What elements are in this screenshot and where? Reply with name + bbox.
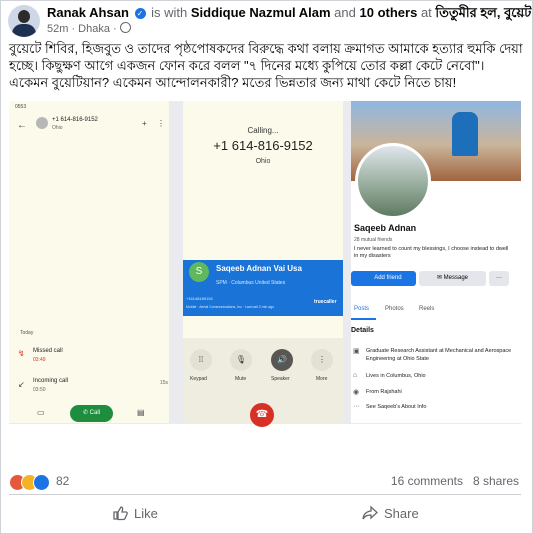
details-title: Details	[351, 327, 374, 334]
divider	[9, 494, 521, 495]
post-meta: 52m · Dhaka ·	[47, 22, 131, 35]
missed-call-icon: ↯	[18, 349, 25, 358]
cover-person	[452, 112, 478, 156]
add-contact-icon: +	[142, 119, 147, 128]
mute-icon[interactable]: 🎙	[230, 349, 252, 371]
calling-status: Calling...	[247, 126, 279, 135]
call-button[interactable]: ✆ Call	[70, 405, 113, 422]
log-location: Ohio	[52, 125, 63, 131]
back-arrow-icon: ←	[17, 120, 27, 131]
profile-photo	[355, 143, 431, 219]
profile-name: Saqeeb Adnan	[354, 223, 417, 233]
message-button[interactable]: ✉ Message	[419, 271, 486, 286]
others-link[interactable]: 10 others	[360, 5, 418, 20]
add-friend-button[interactable]: 👤 Add friend	[351, 271, 416, 286]
detail-from: From Rajshahi	[366, 389, 402, 395]
profile-more-button[interactable]: ···	[489, 271, 509, 286]
keypad-icon[interactable]: ⁞⁞	[190, 349, 212, 371]
active-tab-indicator	[351, 318, 376, 320]
detail-lives: Lives in Columbus, Ohio	[366, 373, 426, 379]
and-text: and	[334, 5, 356, 20]
missed-time: 03:49	[33, 357, 46, 363]
share-icon	[362, 505, 378, 520]
incoming-time: 03:50	[33, 387, 46, 393]
tab-posts[interactable]: Posts	[354, 306, 369, 312]
truecaller-logo: truecaller	[314, 299, 337, 305]
today-label: Today	[20, 330, 34, 336]
location-pin-icon: ◉	[353, 389, 360, 396]
caller-name: Saqeeb Adnan Vai Usa	[216, 264, 302, 273]
work-icon: ▣	[353, 348, 360, 355]
thumbs-up-icon	[113, 506, 128, 521]
detail-work: Graduate Research Assistant at Mechanica…	[366, 348, 512, 362]
contact-avatar-icon	[36, 117, 48, 129]
shares-count[interactable]: 8 shares	[473, 474, 519, 488]
author-avatar[interactable]	[8, 5, 40, 37]
call-log-screenshot	[9, 101, 169, 423]
tab-photos[interactable]: Photos	[385, 306, 404, 312]
calling-number: +1 614-816-9152	[213, 138, 313, 153]
share-button[interactable]: Share	[362, 505, 419, 521]
keypad-label: Keypad	[190, 376, 207, 382]
speaker-label: Speaker	[271, 376, 290, 382]
caller-carrier: Mobile · Aerial Communications, Inc · La…	[186, 305, 275, 309]
end-call-button[interactable]: ☎	[250, 403, 274, 427]
tab-reels[interactable]: Reels	[419, 306, 434, 312]
post-time[interactable]: 52m · Dhaka ·	[47, 23, 117, 35]
detail-about[interactable]: See Saqeeb's About Info	[366, 404, 426, 410]
like-reaction-icon	[33, 474, 50, 491]
tagged-person[interactable]: Siddique Nazmul Alam	[191, 5, 331, 20]
caller-initial: S	[189, 262, 209, 282]
more-icon[interactable]: ⋮	[311, 349, 333, 371]
message-icon: ▤	[137, 408, 145, 417]
speaker-icon[interactable]: 🔊	[271, 349, 293, 371]
call-duration: 15s	[160, 380, 169, 386]
mutual-friends: 28 mutual friends	[354, 237, 393, 243]
calling-location: Ohio	[255, 158, 271, 165]
menu-icon: ⋮	[157, 119, 165, 128]
more-options-icon[interactable]: ···	[510, 6, 527, 22]
post-stats: 16 comments 8 shares	[391, 474, 519, 488]
missed-label: Missed call	[33, 348, 63, 354]
mute-label: Mute	[235, 376, 247, 382]
author-name[interactable]: Ranak Ahsan	[47, 5, 129, 20]
caller-meta: SPM · Columbus United States	[216, 280, 286, 286]
status-time: 0553	[15, 104, 27, 110]
at-text: at	[420, 5, 432, 20]
about-icon: ···	[353, 403, 360, 410]
like-button[interactable]: Like	[112, 505, 158, 521]
post-text: বুয়েটে শিবির, হিজবুত ও তাদের পৃষ্ঠপোষকদ…	[9, 41, 523, 90]
more-label: More	[316, 376, 328, 382]
log-number: +1 614-816-9152	[52, 117, 98, 123]
verified-icon: ✓	[134, 8, 146, 19]
caller-number: +16148169152	[186, 296, 213, 301]
incoming-label: Incoming call	[33, 378, 69, 384]
comments-count[interactable]: 16 comments	[391, 474, 463, 488]
home-icon: ⌂	[353, 372, 358, 379]
profile-bio: I never learned to count my blessings, I…	[354, 246, 509, 259]
globe-icon	[119, 22, 131, 33]
reaction-count: 82	[56, 474, 70, 488]
video-icon: ▭	[37, 408, 45, 417]
is-with-text: is with	[151, 5, 188, 20]
incoming-call-icon: ↙	[18, 380, 25, 389]
